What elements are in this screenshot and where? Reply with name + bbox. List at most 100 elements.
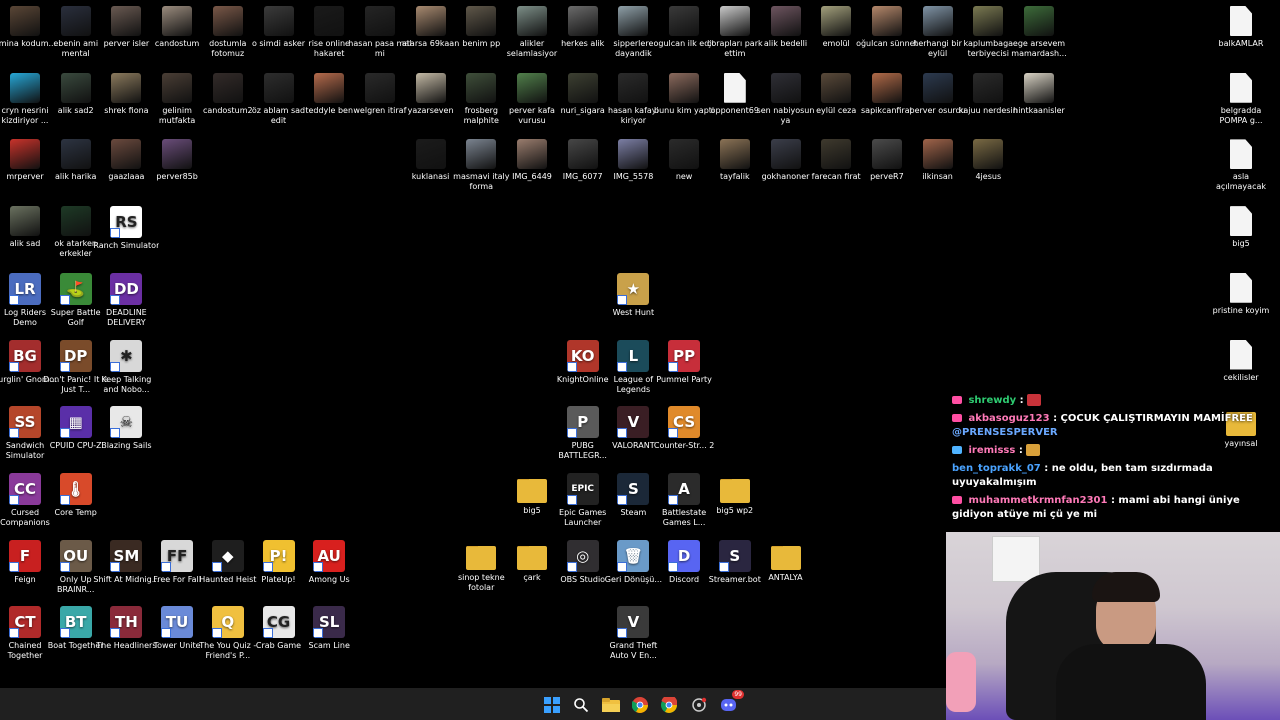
desktop-icon[interactable]: RS Ranch Simulator	[93, 206, 159, 251]
desktop-icon[interactable]: çorapları park ettim	[707, 6, 763, 59]
image-thumbnail-icon	[415, 6, 446, 36]
desktop-icon[interactable]: perver85b	[150, 139, 204, 182]
desktop-icon[interactable]: belgradda POMPA g...	[1214, 72, 1268, 126]
desktop-icon[interactable]: Q The You Quiz - Friend's P...	[199, 606, 256, 661]
chat-username: iremisss	[968, 445, 1016, 456]
app-glyph: F	[19, 546, 31, 565]
app-shortcut-icon: BG	[9, 339, 41, 372]
desktop-icon-label: Counter-Str... 2	[653, 441, 715, 451]
app-shortcut-icon: CC	[9, 472, 41, 505]
image-thumbnail-icon	[466, 139, 497, 170]
image-thumbnail-icon	[10, 72, 40, 103]
desktop-icon[interactable]: pristine koyim	[1213, 272, 1269, 316]
app-shortcut-icon: S	[718, 539, 751, 572]
chat-username: muhammetkrmnfan2301	[968, 495, 1108, 506]
desktop-icon[interactable]: öz ablam sad edit	[252, 72, 306, 126]
desktop-icon[interactable]: SL Scam Line	[302, 606, 356, 651]
discord-icon[interactable]: 99	[720, 690, 744, 714]
document-file-icon	[1230, 72, 1252, 103]
desktop-icon[interactable]: perver kafa vurusu	[505, 72, 559, 126]
app-shortcut-icon: RS	[110, 206, 143, 239]
desktop-icon[interactable]: hasan pasa mal mi	[348, 6, 411, 59]
desktop-icon[interactable]: cekilisler	[1214, 339, 1268, 383]
start-icon[interactable]	[543, 696, 561, 714]
app-glyph: ✱	[120, 346, 133, 365]
desktop-icon[interactable]: 4jesus	[961, 139, 1015, 182]
desktop-icon[interactable]: A Battlestate Games L...	[657, 472, 711, 528]
desktop-icon[interactable]: ege arsevem mamardash...	[1011, 6, 1067, 59]
document-file-icon	[1230, 206, 1252, 237]
desktop-icon[interactable]: P PUBG BATTLEGR...	[556, 406, 610, 461]
app-glyph: 🗑	[623, 546, 643, 565]
desktop-icon[interactable]: AU Among Us	[302, 539, 356, 585]
desktop-icon[interactable]: hasan kafayi kiriyor	[606, 72, 660, 126]
desktop-icon[interactable]: ✱ Keep Talking and Nobo...	[99, 339, 153, 395]
image-thumbnail-icon	[162, 72, 193, 103]
desktop-icon[interactable]: CS Counter-Str... 2	[654, 406, 714, 451]
desktop-icon[interactable]: ebenin ami mental	[49, 6, 103, 59]
desktop-icon[interactable]: dostumla fotomuz	[201, 6, 255, 59]
chat-message: muhammetkrmnfan2301 : mami abi hangi üni…	[952, 494, 1278, 522]
search-icon[interactable]	[572, 696, 590, 714]
desktop-icon[interactable]: sipperlere dayandik	[606, 6, 660, 59]
desktop-icon[interactable]: sinop tekne fotolar	[454, 540, 508, 593]
file-explorer-icon[interactable]	[602, 696, 620, 714]
desktop-icon[interactable]: OU Only Up BRAINR...	[49, 539, 103, 595]
app-shortcut-icon: SM	[110, 539, 143, 572]
streamer-hair	[1092, 572, 1160, 602]
desktop-icon[interactable]: big5	[1214, 206, 1268, 249]
desktop-icon[interactable]: SS Sandwich Simulator	[0, 406, 52, 461]
app-shortcut-icon: TU	[161, 606, 194, 639]
app-glyph: V	[627, 413, 640, 432]
app-shortcut-icon: ◎	[566, 539, 599, 572]
app-glyph: FF	[166, 546, 188, 565]
desktop-icon[interactable]: CT Chained Together	[0, 606, 52, 661]
image-thumbnail-icon	[314, 6, 345, 36]
app-glyph: PP	[673, 346, 696, 365]
image-thumbnail-icon	[973, 6, 1004, 36]
app-shortcut-icon: CS	[668, 406, 701, 439]
image-thumbnail-icon	[618, 139, 649, 170]
document-file-icon	[723, 72, 746, 103]
chat-message: shrewdy :	[952, 394, 1278, 408]
desktop-icon[interactable]: asla açılmayacak	[1214, 139, 1268, 192]
desktop-icon[interactable]: ok atarken erkekler	[49, 206, 103, 259]
chat-message: iremisss :	[952, 444, 1278, 458]
app-glyph: L	[628, 346, 639, 365]
desktop-icon[interactable]: gelinim mutfakta	[150, 72, 204, 126]
desktop-icon[interactable]: ☠ Blazing Sails	[99, 406, 153, 451]
app-glyph: KO	[570, 346, 595, 365]
settings-icon[interactable]	[690, 696, 708, 714]
desktop-icon[interactable]: DD DEADLINE DELIVERY	[99, 272, 153, 328]
desktop-icon[interactable]: balkAMLAR	[1214, 6, 1268, 49]
app-glyph: P	[577, 413, 589, 432]
desktop-icon[interactable]: cryn nesrini kizdiriyor ...	[0, 72, 52, 126]
app-glyph: DD	[113, 279, 139, 298]
chat-text: :	[1019, 395, 1024, 406]
desktop-icon[interactable]: PP Pummel Party	[656, 339, 712, 385]
desktop-icon[interactable]: hintkaanisler	[1012, 72, 1066, 116]
desktop-icon[interactable]: alikler selamlasiyor	[505, 6, 559, 59]
chrome-alt-icon[interactable]	[660, 696, 678, 714]
image-thumbnail-icon	[618, 6, 649, 36]
desktop-icon[interactable]: big5 wp2	[708, 473, 762, 516]
image-thumbnail-icon	[60, 206, 91, 237]
app-glyph: SS	[14, 413, 36, 432]
desktop-icon[interactable]: masmavi italy forma	[453, 139, 509, 192]
image-thumbnail-icon	[466, 6, 497, 36]
app-shortcut-icon: D	[668, 539, 701, 572]
document-file-icon	[1230, 339, 1252, 370]
chat-username: akbasoguz123	[968, 413, 1050, 424]
desktop-icon[interactable]: CC Cursed Companions	[0, 472, 52, 528]
desktop-icon[interactable]: L League of Legends	[606, 339, 660, 395]
desktop-icon[interactable]: ANTALYA	[759, 540, 813, 583]
desktop-icon[interactable]: 🌡 Core Temp	[49, 472, 103, 518]
desktop-icon[interactable]: V Grand Theft Auto V En...	[606, 606, 660, 661]
taskbar: 99	[0, 688, 946, 720]
desktop-icon[interactable]: EPIC Epic Games Launcher	[556, 472, 610, 528]
desktop-icon[interactable]: ★ West Hunt	[606, 272, 660, 318]
desktop-icon-label: West Hunt	[612, 307, 655, 317]
desktop-icon[interactable]: sen nabiyosun ya	[757, 72, 814, 126]
app-shortcut-icon: FF	[161, 539, 194, 572]
chrome-icon[interactable]	[631, 696, 649, 714]
